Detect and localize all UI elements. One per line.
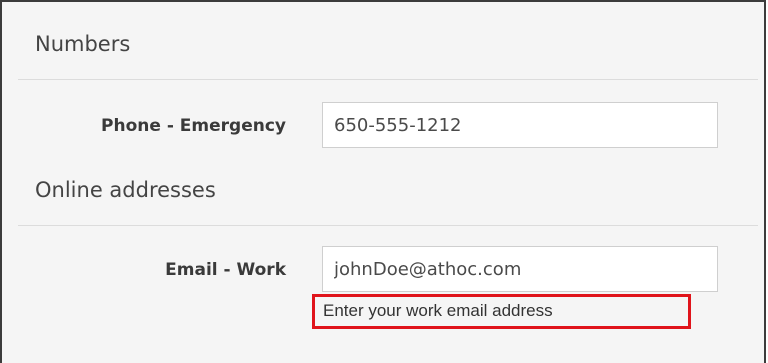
numbers-section-title: Numbers bbox=[35, 32, 131, 56]
phone-emergency-label: Phone - Emergency bbox=[101, 116, 286, 136]
phone-emergency-input[interactable] bbox=[322, 102, 718, 148]
email-helper-text: Enter your work email address bbox=[323, 301, 553, 320]
email-work-label: Email - Work bbox=[165, 260, 286, 280]
email-work-input[interactable] bbox=[322, 246, 718, 292]
helper-text-highlight: Enter your work email address bbox=[312, 294, 691, 329]
online-addresses-divider bbox=[18, 225, 758, 226]
online-addresses-section-title: Online addresses bbox=[35, 178, 216, 202]
numbers-divider bbox=[18, 79, 758, 80]
form-panel: Numbers Phone - Emergency Online address… bbox=[0, 0, 766, 363]
